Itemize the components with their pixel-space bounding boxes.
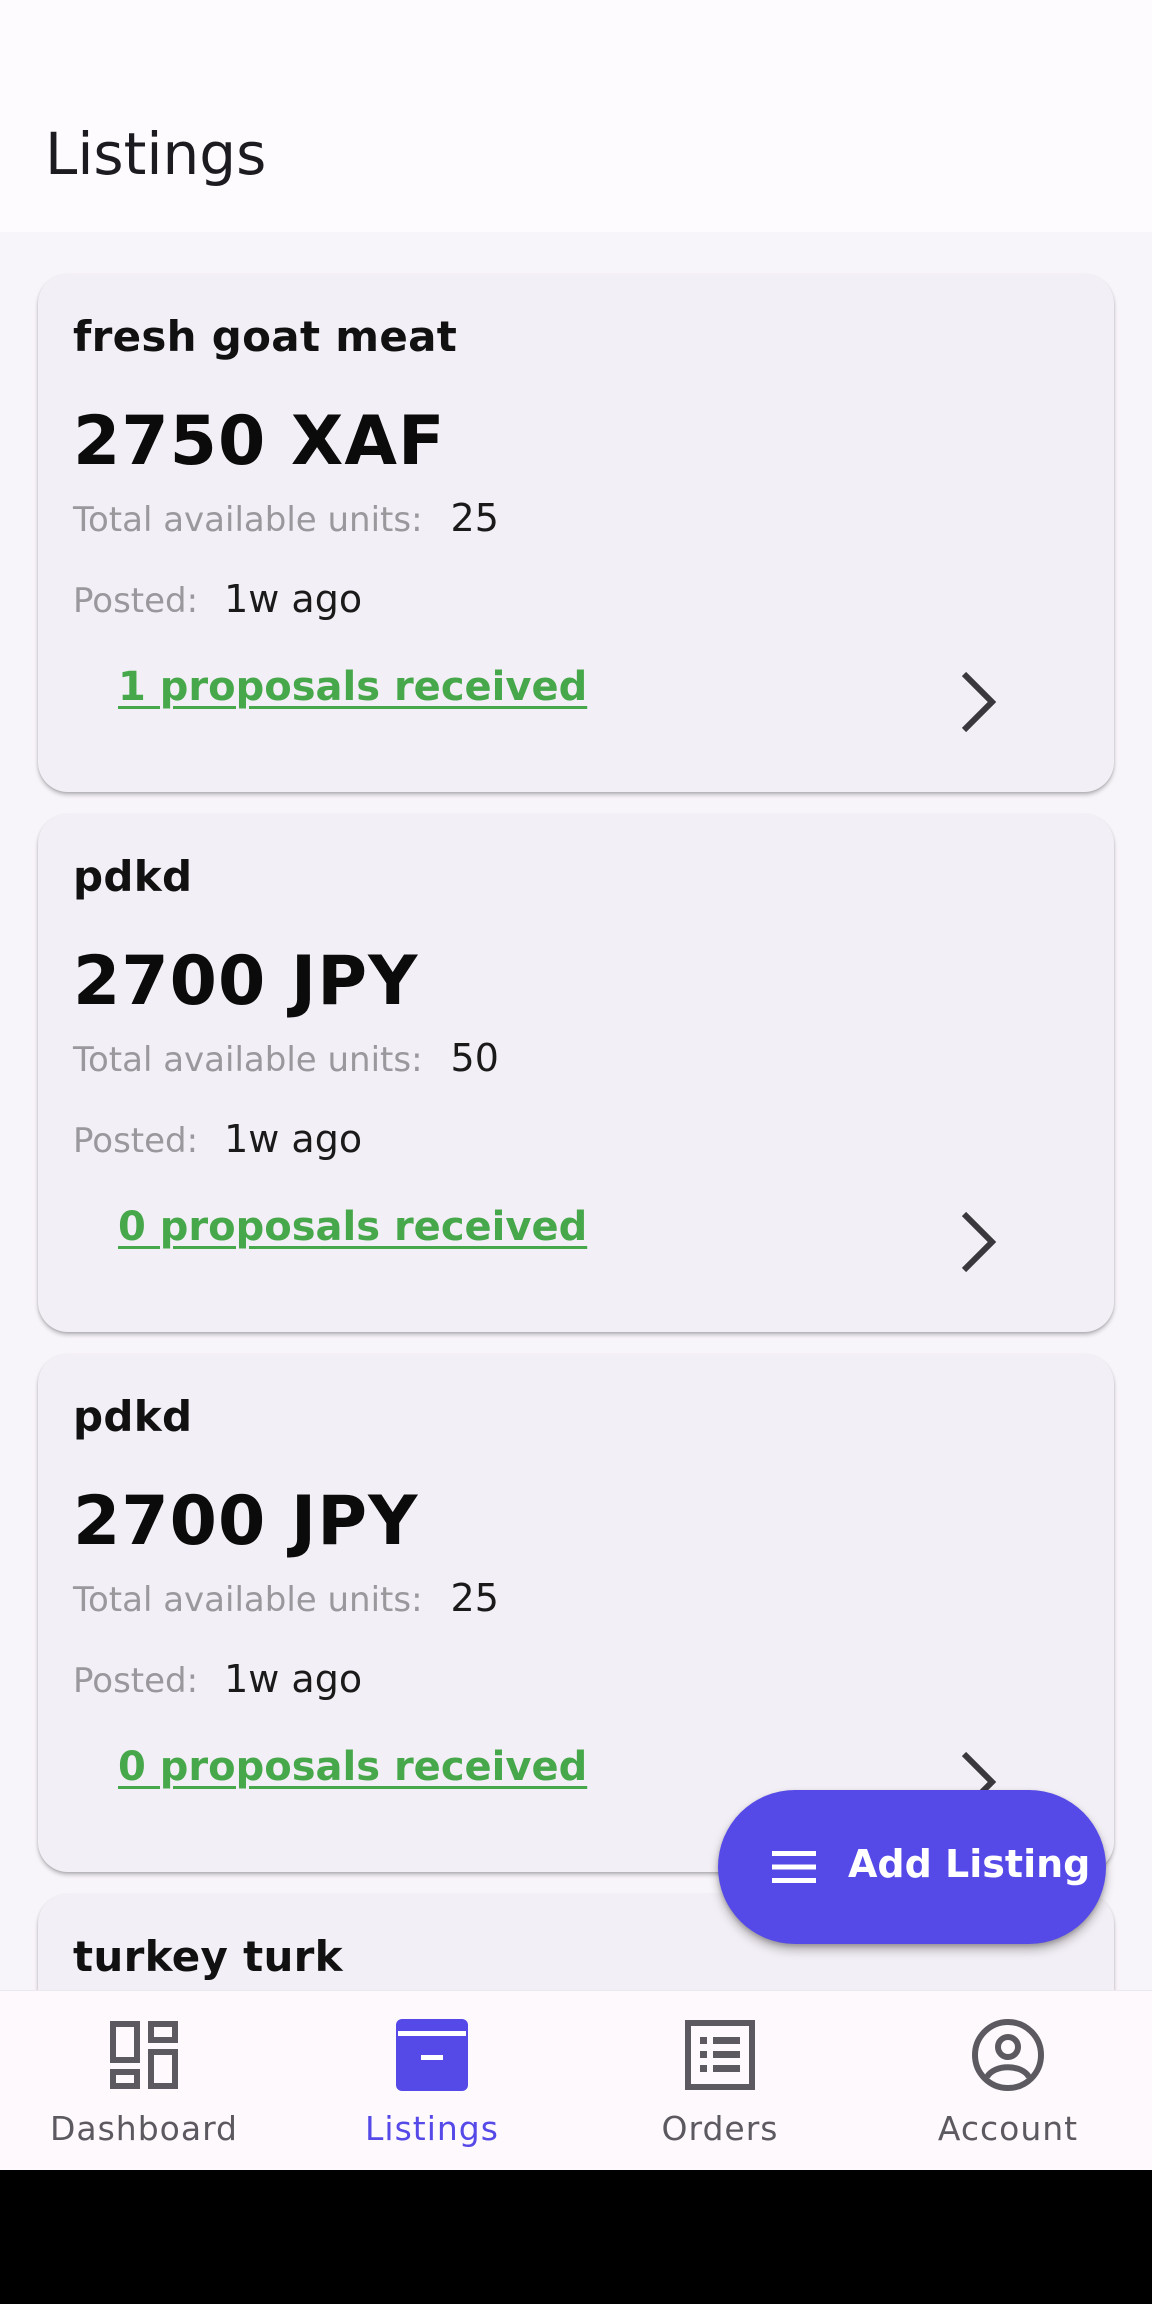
units-row: Total available units: 50 <box>73 1036 499 1080</box>
units-value: 50 <box>450 1036 499 1080</box>
posted-row: Posted: 1w ago <box>73 1117 362 1161</box>
listing-name: turkey turk <box>73 1932 343 1981</box>
posted-row: Posted: 1w ago <box>73 1657 362 1701</box>
listing-name: fresh goat meat <box>73 312 458 361</box>
listing-name: pdkd <box>73 852 193 901</box>
units-row: Total available units: 25 <box>73 1576 499 1620</box>
bottom-nav: Dashboard Listings Orders Account <box>0 1990 1152 2170</box>
proposals-link[interactable]: 1 proposals received <box>118 664 587 710</box>
units-label: Total available units: <box>73 1580 423 1620</box>
nav-label: Account <box>937 2109 1079 2148</box>
list-alt-icon <box>685 2020 755 2090</box>
listing-price: 2750 XAF <box>73 402 446 481</box>
page-title: Listings <box>45 120 267 188</box>
listing-card[interactable]: pdkd 2700 JPY Total available units: 50 … <box>38 814 1114 1332</box>
listing-price: 2700 JPY <box>73 1482 419 1561</box>
units-value: 25 <box>450 1576 499 1620</box>
app-bar: Listings <box>0 0 1152 232</box>
nav-item-orders[interactable]: Orders <box>576 1991 864 2170</box>
units-label: Total available units: <box>73 500 423 540</box>
nav-label: Dashboard <box>49 2109 239 2148</box>
nav-label: Listings <box>365 2109 499 2148</box>
posted-value: 1w ago <box>224 577 363 621</box>
proposals-link[interactable]: 0 proposals received <box>118 1744 587 1790</box>
posted-value: 1w ago <box>224 1657 363 1701</box>
listing-price: 2700 JPY <box>73 942 419 1021</box>
posted-label: Posted: <box>73 1661 199 1701</box>
listing-card[interactable]: fresh goat meat 2750 XAF Total available… <box>38 274 1114 792</box>
chevron-right-icon[interactable] <box>952 1206 1004 1278</box>
proposals-link[interactable]: 0 proposals received <box>118 1204 587 1250</box>
posted-value: 1w ago <box>224 1117 363 1161</box>
posted-row: Posted: 1w ago <box>73 577 362 621</box>
archive-icon <box>396 2019 468 2091</box>
add-listing-label: Add Listing <box>848 1842 1091 1886</box>
units-label: Total available units: <box>73 1040 423 1080</box>
dashboard-icon <box>110 2021 178 2089</box>
account-circle-icon <box>972 2019 1044 2091</box>
posted-label: Posted: <box>73 581 199 621</box>
add-listing-button[interactable]: Add Listing <box>718 1790 1106 1944</box>
posted-label: Posted: <box>73 1121 199 1161</box>
units-value: 25 <box>450 496 499 540</box>
listings-list[interactable]: fresh goat meat 2750 XAF Total available… <box>0 232 1152 1990</box>
nav-item-listings[interactable]: Listings <box>288 1991 576 2170</box>
menu-icon <box>772 1851 816 1883</box>
nav-item-dashboard[interactable]: Dashboard <box>0 1991 288 2170</box>
nav-item-account[interactable]: Account <box>864 1991 1152 2170</box>
listing-name: pdkd <box>73 1392 193 1441</box>
chevron-right-icon[interactable] <box>952 666 1004 738</box>
nav-label: Orders <box>661 2109 779 2148</box>
app-screen: Listings fresh goat meat 2750 XAF Total … <box>0 0 1152 2170</box>
units-row: Total available units: 25 <box>73 496 499 540</box>
